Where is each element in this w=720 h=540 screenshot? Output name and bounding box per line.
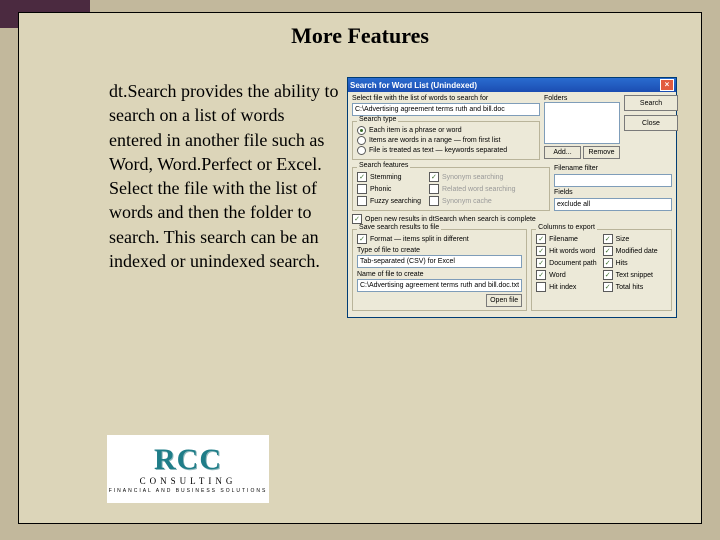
search-type-caption: Search type xyxy=(357,116,398,123)
filename-filter-label: Filename filter xyxy=(554,165,672,172)
slide-title: More Features xyxy=(19,23,701,49)
search-features-caption: Search features xyxy=(357,162,410,169)
type-create-select[interactable]: Tab-separated (CSV) for Excel xyxy=(357,255,522,268)
chk-open-results[interactable]: Open new results in dtSearch when search… xyxy=(352,214,672,224)
slide: More Features dt.Search provides the abi… xyxy=(18,12,702,524)
chk-fuzzy[interactable]: Fuzzy searching xyxy=(357,196,421,206)
folders-label: Folders xyxy=(544,95,620,102)
logo-text-main: RCC xyxy=(154,445,222,475)
radio-range[interactable]: Items are words in a range — from first … xyxy=(357,136,535,145)
logo-text-tagline: FINANCIAL AND BUSINESS SOLUTIONS xyxy=(109,488,268,494)
columns-caption: Columns to export xyxy=(536,224,597,231)
file-label: Select file with the list of words to se… xyxy=(352,95,540,102)
add-button[interactable]: Add... xyxy=(544,146,581,159)
chk-col-filename[interactable]: Filename xyxy=(536,234,596,244)
name-create-label: Name of file to create xyxy=(357,271,424,278)
file-input[interactable]: C:\Advertising agreement terms ruth and … xyxy=(352,103,540,116)
close-icon[interactable]: × xyxy=(660,79,674,91)
radio-text[interactable]: File is treated as text — keywords separ… xyxy=(357,146,535,155)
rcc-logo: RCC CONSULTING FINANCIAL AND BUSINESS SO… xyxy=(107,435,269,503)
logo-text-sub: CONSULTING xyxy=(140,476,237,486)
chk-format[interactable]: Format — items split in different xyxy=(357,234,522,244)
remove-button[interactable]: Remove xyxy=(583,146,620,159)
type-create-label: Type of file to create xyxy=(357,247,420,254)
radio-phrase[interactable]: Each item is a phrase or word xyxy=(357,126,535,135)
folders-list[interactable] xyxy=(544,102,620,144)
search-dialog: Search for Word List (Unindexed) × Selec… xyxy=(347,77,677,318)
slide-body-text: dt.Search provides the ability to search… xyxy=(109,79,339,273)
name-create-input[interactable]: C:\Advertising agreement terms ruth and … xyxy=(357,279,522,292)
save-results-caption: Save search results to file xyxy=(357,224,441,231)
open-file-button[interactable]: Open file xyxy=(486,294,522,307)
search-button[interactable]: Search xyxy=(624,95,678,111)
chk-col-hitindex[interactable]: Hit index xyxy=(536,282,596,292)
chk-col-hits[interactable]: Hits xyxy=(603,258,658,268)
filename-filter-input[interactable] xyxy=(554,174,672,187)
chk-stemming[interactable]: Stemming xyxy=(357,172,421,182)
chk-col-docpath[interactable]: Document path xyxy=(536,258,596,268)
dialog-title: Search for Word List (Unindexed) xyxy=(350,81,477,90)
chk-col-word[interactable]: Word xyxy=(536,270,596,280)
close-button[interactable]: Close xyxy=(624,115,678,131)
chk-related[interactable]: Related word searching xyxy=(429,184,516,194)
chk-syncache[interactable]: Synonym cache xyxy=(429,196,516,206)
dialog-titlebar: Search for Word List (Unindexed) × xyxy=(348,78,676,92)
chk-synonym[interactable]: Synonym searching xyxy=(429,172,516,182)
chk-col-modified[interactable]: Modified date xyxy=(603,246,658,256)
chk-col-snippet[interactable]: Text snippet xyxy=(603,270,658,280)
fields-label: Fields xyxy=(554,189,672,196)
chk-phonic[interactable]: Phonic xyxy=(357,184,421,194)
chk-col-totalhits[interactable]: Total hits xyxy=(603,282,658,292)
fields-input[interactable]: exclude all xyxy=(554,198,672,211)
chk-col-hitwords[interactable]: Hit words word xyxy=(536,246,596,256)
chk-col-size[interactable]: Size xyxy=(603,234,658,244)
